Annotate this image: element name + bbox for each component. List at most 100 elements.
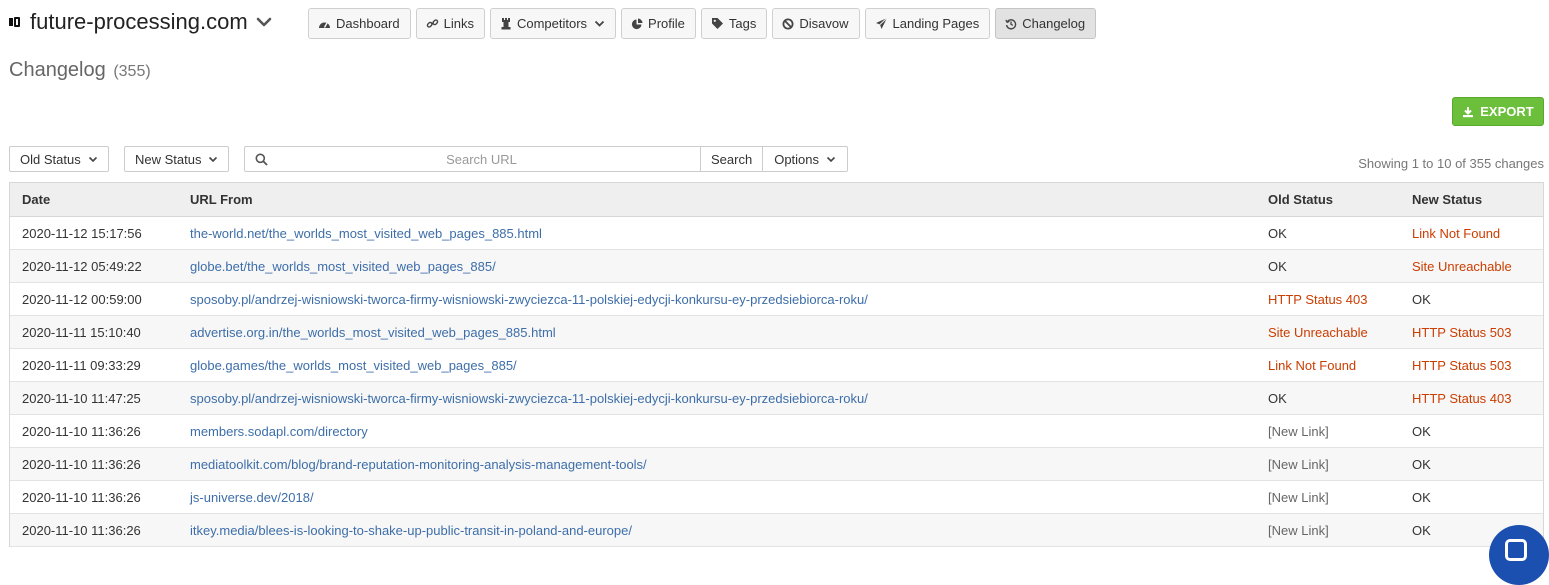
table-row: 2020-11-10 11:36:26 members.sodapl.com/di… xyxy=(10,415,1543,448)
table-row: 2020-11-10 11:36:26 js-universe.dev/2018/… xyxy=(10,481,1543,514)
nav-disavow-label: Disavow xyxy=(799,16,849,31)
tag-icon xyxy=(711,17,724,30)
row-date: 2020-11-12 05:49:22 xyxy=(22,258,142,274)
date-column-header[interactable]: Date xyxy=(10,192,190,207)
old-status-dropdown[interactable]: Old Status xyxy=(9,146,109,172)
nav-disavow-button[interactable]: Disavow xyxy=(772,8,860,39)
chat-widget-button[interactable] xyxy=(1489,525,1549,585)
change-count: (355) xyxy=(113,63,151,80)
row-old-status: Site Unreachable xyxy=(1268,324,1368,340)
row-url-cell: sposoby.pl/andrzej-wisniowski-tworca-fir… xyxy=(190,292,1268,307)
row-date: 2020-11-10 11:36:26 xyxy=(22,456,141,472)
chess-icon xyxy=(500,17,512,30)
chevron-down-icon[interactable] xyxy=(256,17,272,27)
new-status-column-header[interactable]: New Status xyxy=(1412,192,1543,207)
nav-dashboard-button[interactable]: Dashboard xyxy=(308,8,411,39)
changelog-table: Date URL From Old Status New Status 2020… xyxy=(9,182,1544,547)
row-url-link[interactable]: js-universe.dev/2018/ xyxy=(190,490,314,505)
paper-plane-icon xyxy=(875,17,888,30)
table-body: 2020-11-12 15:17:56 the-world.net/the_wor… xyxy=(10,217,1543,547)
row-url-link[interactable]: globe.games/the_worlds_most_visited_web_… xyxy=(190,358,517,373)
search-button[interactable]: Search xyxy=(700,146,764,172)
page-title-text: Changelog xyxy=(9,59,106,81)
table-row: 2020-11-12 15:17:56 the-world.net/the_wor… xyxy=(10,217,1543,250)
row-url-link[interactable]: sposoby.pl/andrzej-wisniowski-tworca-fir… xyxy=(190,391,868,406)
row-new-status: OK xyxy=(1412,456,1431,472)
export-label: EXPORT xyxy=(1480,104,1534,119)
row-url-cell: members.sodapl.com/directory xyxy=(190,424,1268,439)
row-old-status: Link Not Found xyxy=(1268,357,1357,373)
row-url-cell: itkey.media/blees-is-looking-to-shake-up… xyxy=(190,523,1268,538)
row-url-cell: sposoby.pl/andrzej-wisniowski-tworca-fir… xyxy=(190,391,1268,406)
row-old-status: [New Link] xyxy=(1268,489,1329,505)
nav-competitors-button[interactable]: Competitors xyxy=(489,8,617,39)
row-new-status: HTTP Status 503 xyxy=(1412,324,1512,340)
row-url-link[interactable]: advertise.org.in/the_worlds_most_visited… xyxy=(190,325,556,340)
table-row: 2020-11-12 05:49:22 globe.bet/the_worlds_… xyxy=(10,250,1543,283)
site-name: future-processing.com xyxy=(30,9,248,34)
chevron-down-icon xyxy=(88,156,98,163)
row-date: 2020-11-10 11:36:26 xyxy=(22,522,141,538)
row-url-cell: mediatoolkit.com/blog/brand-reputation-m… xyxy=(190,457,1268,472)
row-date: 2020-11-10 11:47:25 xyxy=(22,390,141,406)
row-old-status: OK xyxy=(1268,225,1287,241)
site-selector[interactable]: future-processing.com xyxy=(8,6,272,38)
search-box xyxy=(244,146,700,172)
row-url-link[interactable]: the-world.net/the_worlds_most_visited_we… xyxy=(190,226,542,241)
nav-links-button[interactable]: Links xyxy=(415,8,485,39)
row-url-link[interactable]: mediatoolkit.com/blog/brand-reputation-m… xyxy=(190,457,647,472)
table-row: 2020-11-12 00:59:00 sposoby.pl/andrzej-wi… xyxy=(10,283,1543,316)
chat-icon xyxy=(1505,539,1527,561)
table-row: 2020-11-10 11:36:26 mediatoolkit.com/blog… xyxy=(10,448,1543,481)
search-icon xyxy=(255,153,268,166)
ban-icon xyxy=(782,18,794,30)
url-column-header[interactable]: URL From xyxy=(190,192,1268,207)
row-new-status: Link Not Found xyxy=(1412,225,1501,241)
row-old-status: [New Link] xyxy=(1268,522,1329,538)
row-date: 2020-11-12 15:17:56 xyxy=(22,225,142,241)
row-old-status: HTTP Status 403 xyxy=(1268,291,1368,307)
table-row: 2020-11-10 11:47:25 sposoby.pl/andrzej-wi… xyxy=(10,382,1543,415)
nav-changelog-button[interactable]: Changelog xyxy=(995,8,1097,39)
row-date: 2020-11-12 00:59:00 xyxy=(22,291,142,307)
nav-landing-pages-button[interactable]: Landing Pages xyxy=(864,8,991,39)
chevron-down-icon xyxy=(826,156,836,163)
chevron-down-icon xyxy=(594,20,605,27)
old-status-column-header[interactable]: Old Status xyxy=(1268,192,1412,207)
row-date: 2020-11-11 09:33:29 xyxy=(22,357,141,373)
row-url-link[interactable]: globe.bet/the_worlds_most_visited_web_pa… xyxy=(190,259,496,274)
row-url-cell: globe.bet/the_worlds_most_visited_web_pa… xyxy=(190,259,1268,274)
nav-dashboard-label: Dashboard xyxy=(336,16,400,31)
link-icon xyxy=(426,17,439,30)
nav-competitors-label: Competitors xyxy=(516,16,588,31)
row-old-status: [New Link] xyxy=(1268,456,1329,472)
row-url-cell: advertise.org.in/the_worlds_most_visited… xyxy=(190,325,1268,340)
table-row: 2020-11-11 15:10:40 advertise.org.in/the_… xyxy=(10,316,1543,349)
row-date: 2020-11-11 15:10:40 xyxy=(22,324,141,340)
search-input[interactable] xyxy=(245,147,700,171)
search-group: Search Options xyxy=(244,146,849,172)
row-new-status: HTTP Status 403 xyxy=(1412,390,1512,406)
export-button[interactable]: EXPORT xyxy=(1452,97,1544,126)
options-dropdown[interactable]: Options xyxy=(763,146,849,172)
history-icon xyxy=(1005,18,1017,30)
nav-tags-button[interactable]: Tags xyxy=(700,8,768,39)
new-status-dropdown[interactable]: New Status xyxy=(124,146,230,172)
row-url-link[interactable]: itkey.media/blees-is-looking-to-shake-up… xyxy=(190,523,632,538)
nav-profile-button[interactable]: Profile xyxy=(621,8,696,39)
old-status-label: Old Status xyxy=(20,151,81,167)
row-new-status: HTTP Status 503 xyxy=(1412,357,1512,373)
nav-landing-pages-label: Landing Pages xyxy=(892,16,980,31)
results-summary: Showing 1 to 10 of 355 changes xyxy=(1358,156,1544,171)
nav-profile-label: Profile xyxy=(648,16,685,31)
site-logo-icon xyxy=(8,15,22,29)
row-url-cell: the-world.net/the_worlds_most_visited_we… xyxy=(190,226,1268,241)
row-url-cell: globe.games/the_worlds_most_visited_web_… xyxy=(190,358,1268,373)
row-url-link[interactable]: sposoby.pl/andrzej-wisniowski-tworca-fir… xyxy=(190,292,868,307)
download-icon xyxy=(1462,106,1474,118)
row-new-status: OK xyxy=(1412,291,1431,307)
table-header: Date URL From Old Status New Status xyxy=(10,183,1543,217)
row-url-link[interactable]: members.sodapl.com/directory xyxy=(190,424,368,439)
page-title: Changelog (355) xyxy=(9,59,151,82)
nav-tags-label: Tags xyxy=(728,16,757,31)
